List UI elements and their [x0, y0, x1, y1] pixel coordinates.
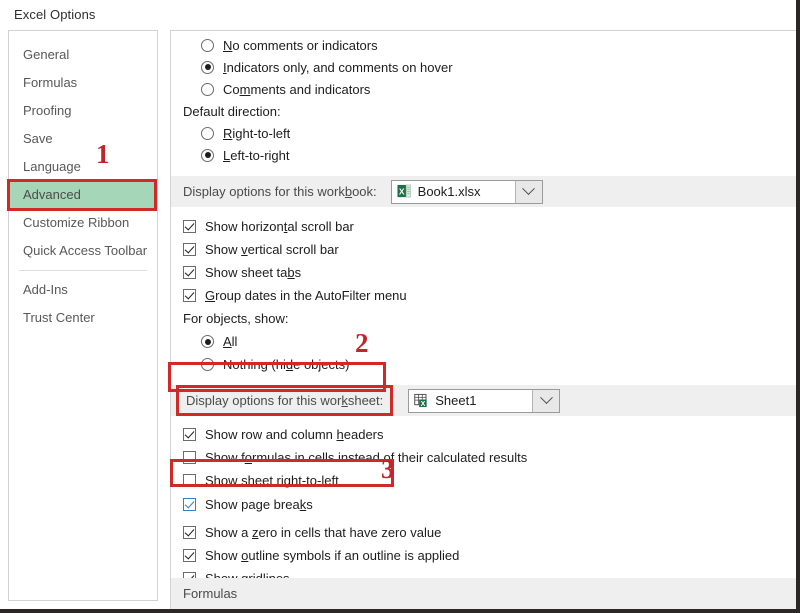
sidebar-item-formulas[interactable]: Formulas [9, 69, 157, 97]
checkbox-show-zero-in-cells[interactable] [183, 526, 196, 539]
svg-text:X: X [399, 186, 405, 196]
radio-row-left-to-right[interactable]: Left-to-right [171, 144, 796, 166]
radio-right-to-left[interactable] [201, 126, 214, 140]
checkbox-label-show-page-breaks: Show page breaks [205, 497, 313, 512]
radio-row-objects-nothing[interactable]: Nothing (hide objects) [171, 353, 796, 376]
excel-options-dialog: Excel Options General Formulas Proofing … [0, 0, 800, 613]
sidebar-item-proofing[interactable]: Proofing [9, 97, 157, 125]
formulas-section-bar: Formulas [171, 578, 796, 609]
checkbox-row-show-vertical-scroll-bar[interactable]: Show vertical scroll bar [171, 238, 796, 261]
sidebar-item-advanced[interactable]: Advanced [7, 179, 157, 211]
sidebar-item-save[interactable]: Save [9, 125, 157, 153]
default-direction-heading: Default direction: [171, 100, 796, 122]
checkbox-row-show-row-column-headers[interactable]: Show row and column headers [171, 423, 796, 446]
checkbox-group-dates-autofilter[interactable] [183, 289, 196, 302]
checkbox-show-sheet-right-to-left[interactable] [183, 474, 196, 487]
checkbox-row-group-dates-autofilter[interactable]: Group dates in the AutoFilter menu [171, 284, 796, 307]
checkbox-show-horizontal-scroll-bar[interactable] [183, 220, 196, 233]
worksheet-selector-combo[interactable]: X Sheet1 [408, 388, 561, 413]
checkbox-show-page-breaks[interactable] [183, 498, 196, 511]
sidebar-item-quick-access-toolbar[interactable]: Quick Access Toolbar [9, 237, 157, 265]
radio-row-comments-and-indicators[interactable]: Comments and indicators [171, 78, 796, 100]
checkbox-row-show-page-breaks[interactable]: Show page breaks [171, 492, 796, 517]
worksheet-display-options-label: Display options for this worksheet: [175, 385, 394, 416]
radio-objects-all[interactable] [201, 335, 214, 348]
checkbox-label-show-row-column-headers: Show row and column headers [205, 427, 384, 442]
radio-left-to-right[interactable] [201, 148, 214, 162]
chevron-down-icon [522, 182, 536, 196]
checkbox-row-show-zero-in-cells[interactable]: Show a zero in cells that have zero valu… [171, 521, 796, 544]
radio-objects-nothing[interactable] [201, 358, 214, 371]
radio-label-left-to-right: Left-to-right [223, 147, 290, 163]
checkbox-show-row-column-headers[interactable] [183, 428, 196, 441]
checkbox-row-show-formulas-in-cells[interactable]: Show formulas in cells instead of their … [171, 446, 796, 469]
sidebar-separator [19, 270, 147, 271]
worksheet-selector-dropdown-button[interactable] [532, 389, 560, 412]
sidebar-item-add-ins[interactable]: Add-Ins [9, 276, 157, 304]
checkbox-label-show-outline-symbols: Show outline symbols if an outline is ap… [205, 548, 460, 563]
radio-label-no-comments: No comments or indicators [223, 37, 378, 53]
for-objects-heading: For objects, show: [171, 307, 796, 330]
radio-label-objects-nothing: Nothing (hide objects) [223, 357, 350, 372]
radio-row-indicators-only[interactable]: Indicators only, and comments on hover [171, 56, 796, 78]
radio-row-no-comments[interactable]: No comments or indicators [171, 34, 796, 56]
checkbox-label-group-dates-autofilter: Group dates in the AutoFilter menu [205, 288, 407, 303]
workbook-selector-combo[interactable]: X Book1.xlsx [390, 179, 543, 204]
sidebar-item-customize-ribbon[interactable]: Customize Ribbon [9, 209, 157, 237]
chevron-down-icon [539, 391, 553, 405]
checkbox-show-outline-symbols[interactable] [183, 549, 196, 562]
radio-label-right-to-left: Right-to-left [223, 125, 291, 141]
svg-text:X: X [421, 401, 426, 408]
worksheet-display-options-bar: Display options for this worksheet: X Sh… [171, 385, 796, 416]
checkbox-row-show-sheet-right-to-left[interactable]: Show sheet right-to-left [171, 469, 796, 492]
dialog-title: Excel Options [14, 6, 96, 22]
annotation-marker-2: 2 [355, 328, 369, 358]
radio-label-comments-and-indicators: Comments and indicators [223, 81, 371, 97]
dialog-body: General Formulas Proofing Save Language … [0, 28, 796, 609]
advanced-options-panel: No comments or indicators Indicators onl… [170, 30, 796, 609]
workbook-selector-value: Book1.xlsx [417, 184, 481, 199]
checkbox-show-vertical-scroll-bar[interactable] [183, 243, 196, 256]
sidebar-item-general[interactable]: General [9, 41, 157, 69]
checkbox-show-sheet-tabs[interactable] [183, 266, 196, 279]
checkbox-label-show-zero-in-cells: Show a zero in cells that have zero valu… [205, 525, 442, 540]
excel-sheet-icon: X [414, 393, 427, 408]
checkbox-label-show-sheet-right-to-left: Show sheet right-to-left [205, 473, 339, 488]
checkbox-row-show-horizontal-scroll-bar[interactable]: Show horizontal scroll bar [171, 215, 796, 238]
workbook-selector-dropdown-button[interactable] [514, 180, 542, 203]
checkbox-row-show-sheet-tabs[interactable]: Show sheet tabs [171, 261, 796, 284]
radio-indicators-only[interactable] [201, 60, 214, 74]
for-objects-label: For objects, show: [183, 311, 289, 326]
radio-row-right-to-left[interactable]: Right-to-left [171, 122, 796, 144]
checkbox-label-show-sheet-tabs: Show sheet tabs [205, 265, 302, 280]
workbook-display-options-label: Display options for this workbook: [183, 184, 377, 199]
radio-label-objects-all: All [223, 334, 238, 349]
annotation-marker-3: 3 [381, 454, 395, 484]
radio-label-indicators-only: Indicators only, and comments on hover [223, 59, 453, 75]
radio-no-comments[interactable] [201, 38, 214, 52]
annotation-marker-1: 1 [96, 139, 110, 169]
checkbox-label-show-vertical-scroll-bar: Show vertical scroll bar [205, 242, 339, 257]
dialog-title-bar: Excel Options [0, 0, 796, 28]
workbook-display-options-bar: Display options for this workbook: X Boo… [171, 176, 796, 207]
sidebar-item-language[interactable]: Language [9, 153, 157, 181]
checkbox-label-show-horizontal-scroll-bar: Show horizontal scroll bar [205, 219, 354, 234]
checkbox-label-show-formulas-in-cells: Show formulas in cells instead of their … [205, 450, 528, 465]
default-direction-label: Default direction: [183, 103, 281, 119]
radio-comments-and-indicators[interactable] [201, 82, 214, 96]
sidebar-item-trust-center[interactable]: Trust Center [9, 304, 157, 332]
checkbox-show-formulas-in-cells[interactable] [183, 451, 196, 464]
excel-workbook-icon: X [397, 184, 411, 198]
worksheet-selector-value: Sheet1 [435, 393, 477, 408]
workbook-selector-value-wrap: X Book1.xlsx [392, 184, 515, 199]
worksheet-selector-value-wrap: X Sheet1 [409, 393, 532, 408]
formulas-section-label: Formulas [183, 586, 238, 601]
checkbox-row-show-outline-symbols[interactable]: Show outline symbols if an outline is ap… [171, 544, 796, 567]
radio-row-objects-all[interactable]: All [171, 330, 796, 353]
options-category-sidebar: General Formulas Proofing Save Language … [7, 30, 158, 601]
